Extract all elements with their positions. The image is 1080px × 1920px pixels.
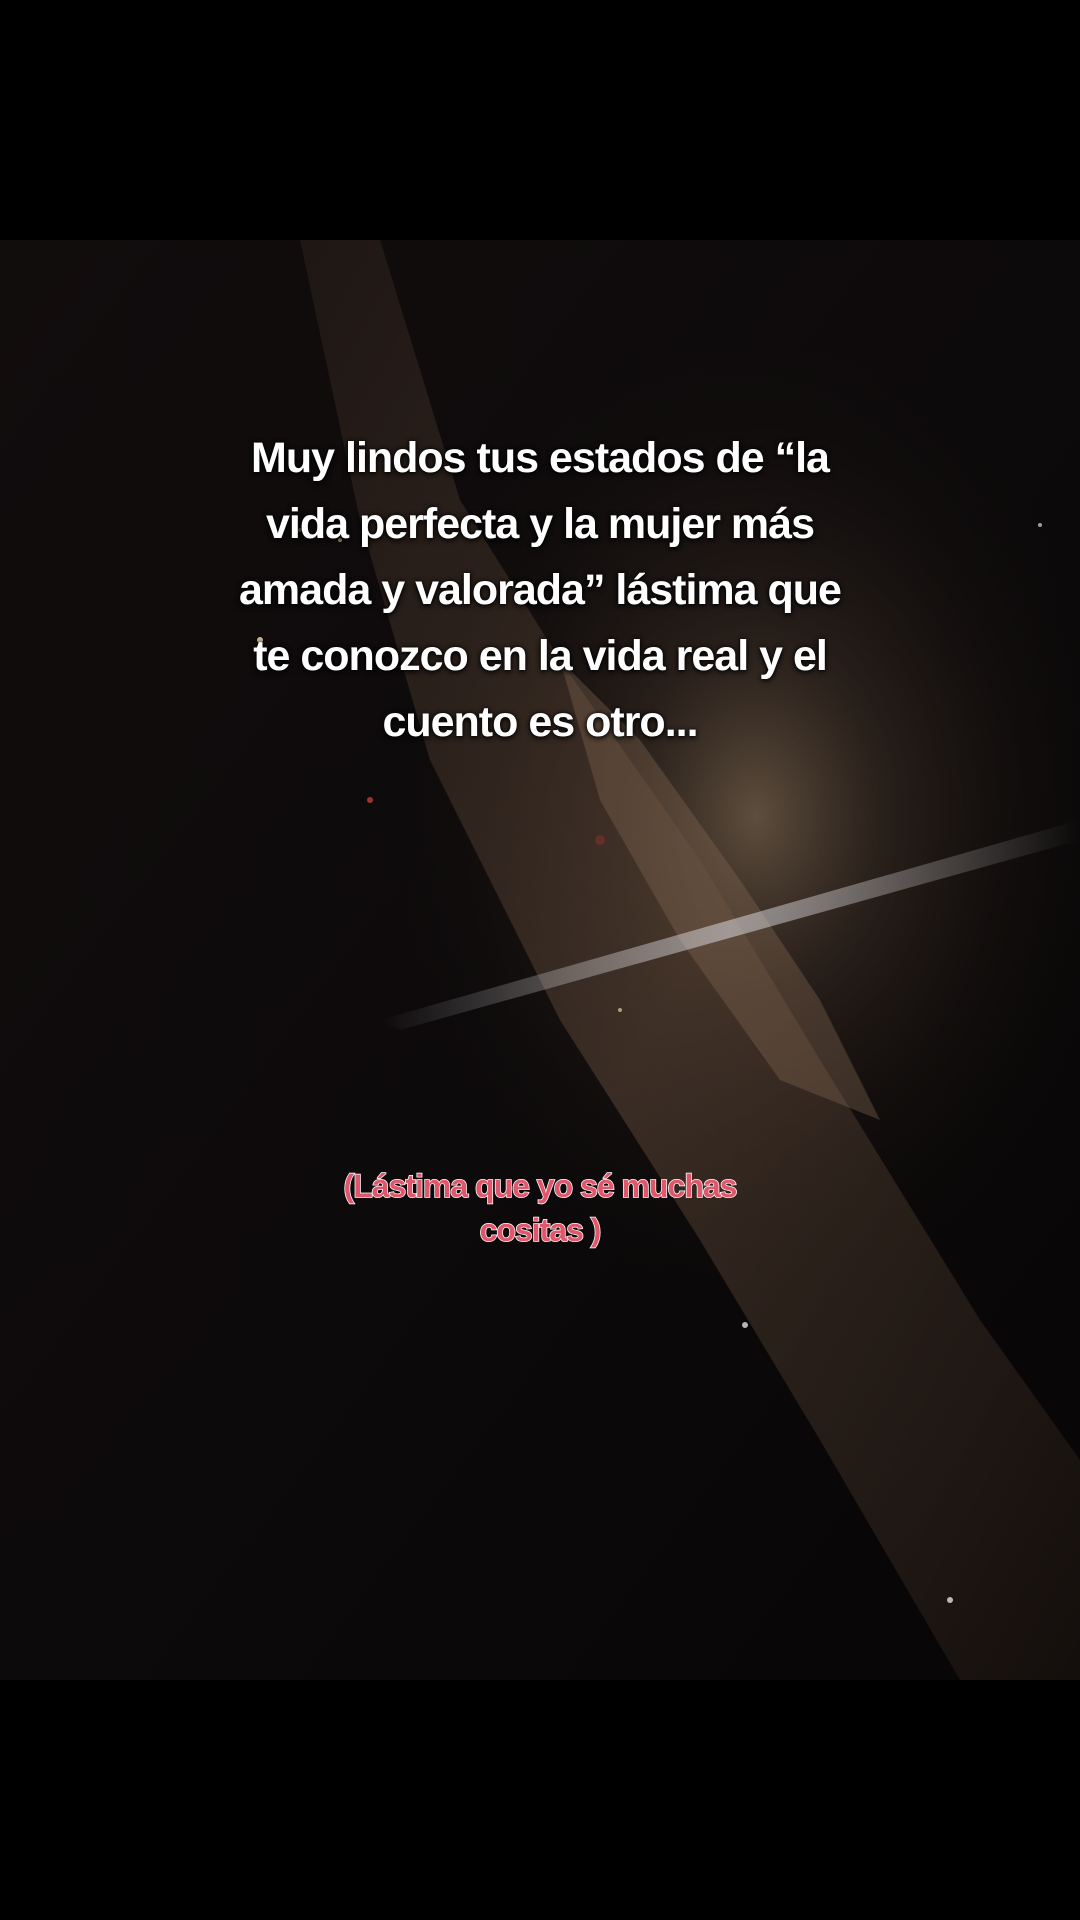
video-frame: Muy lindos tus estados de “la vida perfe… [0, 0, 1080, 1920]
secondary-caption: (Lástima que yo sé muchas cositas ) [260, 1120, 820, 1252]
secondary-caption-text: (Lástima que yo sé muchas cositas ) [343, 1167, 738, 1249]
letterbox-bottom [0, 1680, 1080, 1920]
letterbox-top [0, 0, 1080, 240]
main-caption: Muy lindos tus estados de “la vida perfe… [239, 434, 842, 746]
